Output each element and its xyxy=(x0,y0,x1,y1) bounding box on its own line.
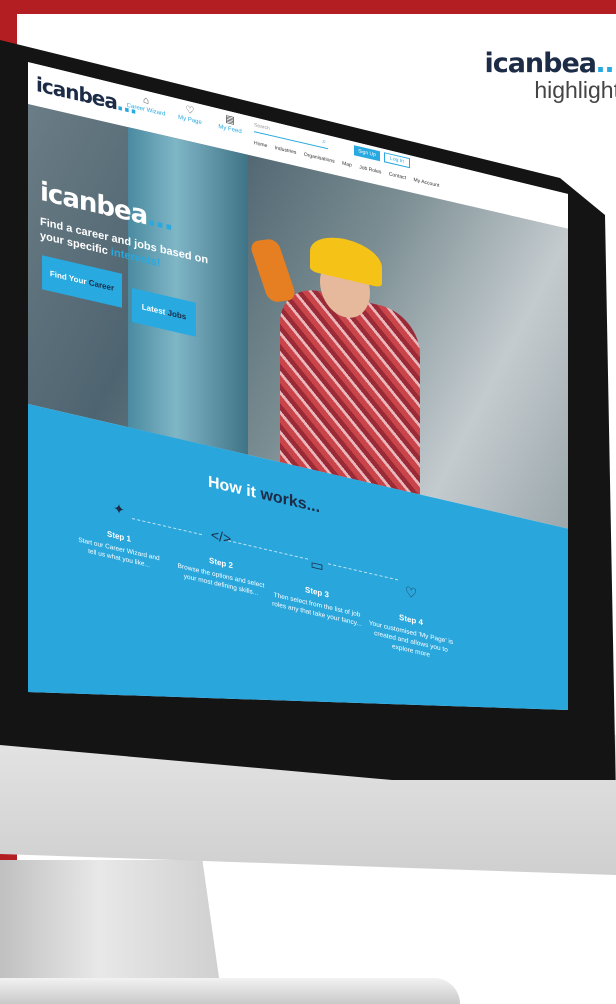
find-career-label-a: Find Your xyxy=(49,269,89,288)
monitor-stand-base xyxy=(0,978,460,1004)
code-icon: </> xyxy=(210,526,232,547)
log-in-button[interactable]: Log In xyxy=(384,152,410,169)
briefcase-icon: ▭ xyxy=(310,555,324,575)
menu-item-contact[interactable]: Contact xyxy=(389,171,406,181)
heart-icon: ♡ xyxy=(404,582,418,602)
brand-heading: icanbea… highlight xyxy=(484,48,616,104)
monitor-screen: icanbea… ⌂ Career Wizard ♡ My Page ▤ My … xyxy=(28,62,568,710)
brand-logo-dots: … xyxy=(596,48,616,79)
brand-logo: icanbea… xyxy=(484,48,616,79)
step-4: ♡ Step 4 Your customised 'My Page' is cr… xyxy=(366,574,456,666)
menu-item-organisations[interactable]: Organisations xyxy=(304,152,335,165)
brand-logo-text: icanbea xyxy=(484,48,597,79)
hero-logo-dots: … xyxy=(147,201,173,238)
step-1: ✦ Step 1 Start our Career Wizard and tel… xyxy=(74,491,164,574)
menu-item-home[interactable]: Home xyxy=(254,140,267,149)
sign-up-button[interactable]: Sign Up xyxy=(354,145,380,162)
menu-item-job-roles[interactable]: Job Roles xyxy=(359,164,381,175)
monitor-stand-neck xyxy=(0,860,220,985)
menu-item-my-account[interactable]: My Account xyxy=(413,177,439,189)
find-your-career-button[interactable]: Find Your Career xyxy=(42,255,122,308)
wizard-icon: ✦ xyxy=(113,499,125,519)
step-2: </> Step 2 Browse the options and select… xyxy=(176,518,266,600)
how-title-b: works... xyxy=(260,485,321,517)
search-icon[interactable]: ⌕ xyxy=(322,138,326,147)
menu-item-industries[interactable]: Industries xyxy=(275,145,297,156)
website-page: icanbea… ⌂ Career Wizard ♡ My Page ▤ My … xyxy=(28,62,568,710)
latest-jobs-label-a: Latest xyxy=(141,302,168,318)
red-frame-top xyxy=(0,0,616,14)
brand-subtitle: highlight xyxy=(534,77,616,103)
latest-jobs-label-b: Jobs xyxy=(167,308,187,322)
how-it-works-title: How it works... xyxy=(208,474,320,518)
step-3: ▭ Step 3 Then select from the list of jo… xyxy=(272,546,362,629)
hero-glove xyxy=(248,238,298,303)
how-title-a: How it xyxy=(208,473,261,503)
menu-item-map[interactable]: Map xyxy=(342,161,352,169)
search-placeholder: Search xyxy=(254,122,270,132)
find-career-label-b: Career xyxy=(88,278,115,293)
